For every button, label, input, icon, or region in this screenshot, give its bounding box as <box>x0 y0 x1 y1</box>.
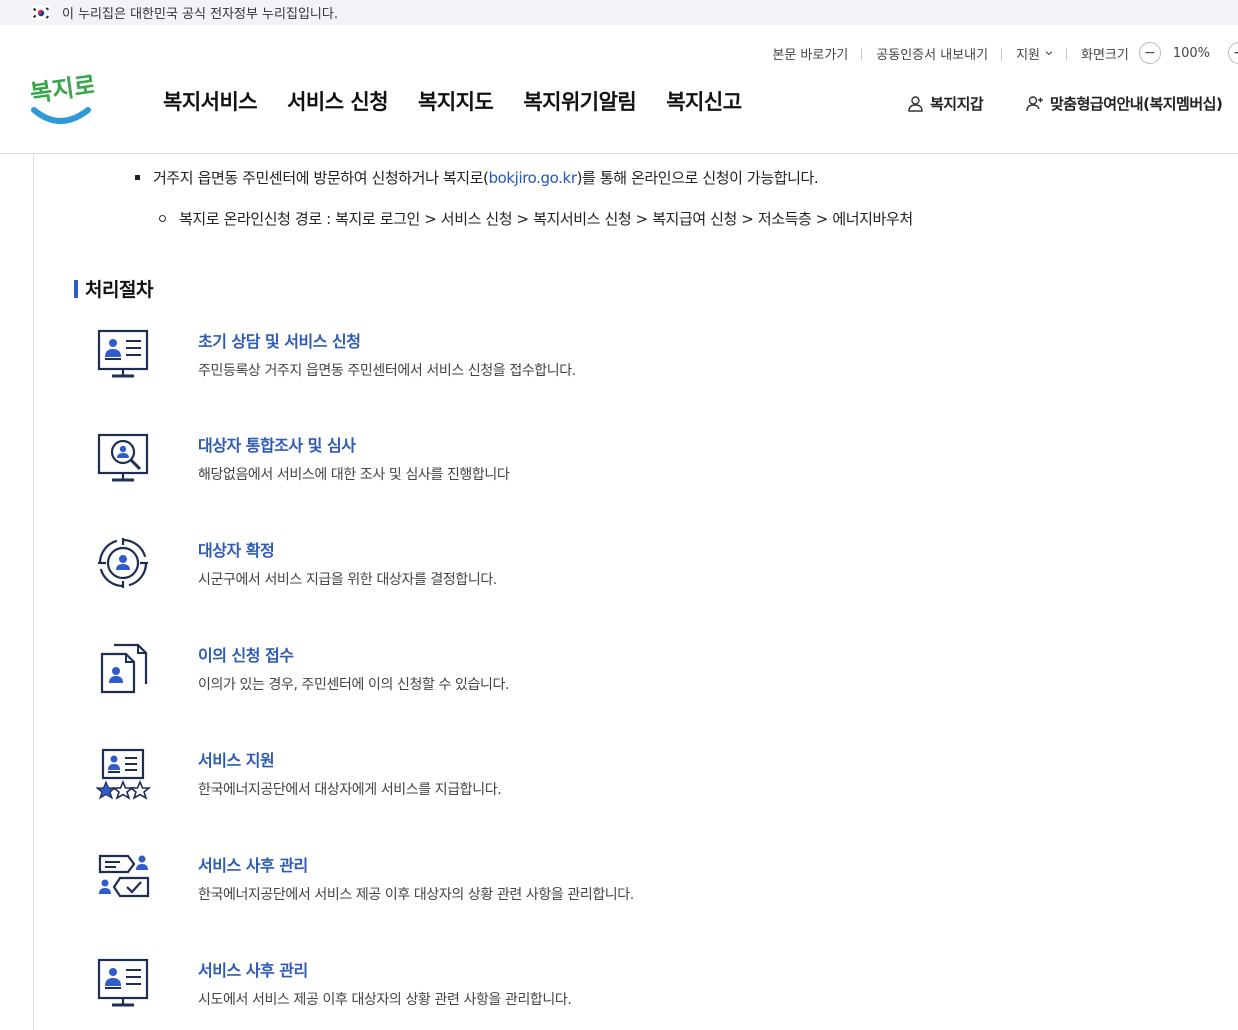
process-title-text: 처리절차 <box>85 279 153 301</box>
step-title: 서비스 지원 <box>198 751 275 770</box>
wallet-label: 복지지갑 <box>930 95 984 113</box>
step-title: 초기 상담 및 서비스 신청 <box>198 332 361 351</box>
step-title: 서비스 사후 관리 <box>198 856 308 875</box>
zoom-value: 100% <box>1172 45 1210 61</box>
zoom-out-button[interactable]: − <box>1138 42 1161 64</box>
bullet-text-before: 거주지 읍면동 주민센터에 방문하여 신청하거나 복지로( <box>153 169 489 187</box>
circle-bullet-icon <box>159 215 166 222</box>
applicant-profile-monitor-icon <box>97 958 149 1007</box>
chevron-down-icon <box>1045 51 1053 56</box>
korea-flag-icon <box>32 5 50 20</box>
process-step: 대상자 확정 시군구에서 서비스 지급을 위한 대상자를 결정합니다. <box>96 537 996 597</box>
svg-text:복지로: 복지로 <box>28 71 94 108</box>
step-title: 대상자 확정 <box>198 541 275 560</box>
online-apply-path-bullet: 복지로 온라인신청 경로 : 복지로 로그인 > 서비스 신청 > 복지서비스 … <box>159 208 913 229</box>
main-nav: 복지서비스 서비스 신청 복지지도 복지위기알림 복지신고 <box>163 86 742 116</box>
cert-export-link[interactable]: 공동인증서 내보내기 <box>862 44 1002 63</box>
gov-banner: 이 누리집은 대한민국 공식 전자정부 누리집입니다. <box>0 0 1238 25</box>
cert-label: 공동인증서 내보내기 <box>876 47 989 63</box>
step-description: 한국에너지공단에서 대상자에게 서비스를 지급합니다. <box>198 782 502 798</box>
skip-label: 본문 바로가기 <box>772 47 849 63</box>
applicant-profile-monitor-icon <box>97 329 149 378</box>
bokjiro-link[interactable]: bokjiro.go.kr <box>489 169 578 187</box>
nav-item-welfare-service[interactable]: 복지서비스 <box>163 86 258 116</box>
utility-bar: 본문 바로가기 공동인증서 내보내기 지원 화면크기 − 100% + <box>758 42 1238 64</box>
membership-link[interactable]: 맞춤형급여안내(복지멤버십) <box>1026 93 1223 114</box>
process-step: 서비스 지원 한국에너지공단에서 대상자에게 서비스를 지급합니다. <box>96 747 996 807</box>
bullet-text-after: )를 통해 온라인으로 신청이 가능합니다. <box>576 169 819 187</box>
process-section-title: 처리절차 <box>74 275 153 302</box>
search-person-monitor-icon <box>97 433 149 482</box>
nav-item-welfare-map[interactable]: 복지지도 <box>418 86 494 116</box>
membership-label: 맞춤형급여안내(복지멤버십) <box>1050 95 1223 113</box>
profile-stars-icon <box>96 748 152 800</box>
person-documents-icon <box>100 643 148 694</box>
bokjiro-logo-icon: 복지로 <box>28 71 98 124</box>
gov-banner-text: 이 누리집은 대한민국 공식 전자정부 누리집입니다. <box>62 7 338 22</box>
support-dropdown[interactable]: 지원 <box>1002 44 1067 63</box>
header-divider <box>0 153 1238 154</box>
process-step: 서비스 사후 관리 시도에서 서비스 제공 이후 대상자의 상황 관련 사항을 … <box>96 957 996 1017</box>
step-description: 해당없음에서 서비스에 대한 조사 및 심사를 진행합니다 <box>198 467 510 483</box>
step-title: 서비스 사후 관리 <box>198 961 308 980</box>
process-step: 서비스 사후 관리 한국에너지공단에서 서비스 제공 이후 대상자의 상황 관련… <box>96 852 996 912</box>
zoom-in-button[interactable]: + <box>1228 42 1238 64</box>
step-description: 한국에너지공단에서 서비스 제공 이후 대상자의 상황 관련 사항을 관리합니다… <box>198 887 634 903</box>
step-description: 이의가 있는 경우, 주민센터에 이의 신청할 수 있습니다. <box>198 677 510 693</box>
nav-item-service-apply[interactable]: 서비스 신청 <box>287 86 388 116</box>
bokjiro-logo[interactable]: 복지로 <box>28 70 98 128</box>
skip-to-content-link[interactable]: 본문 바로가기 <box>758 44 863 63</box>
step-description: 시군구에서 서비스 지급을 위한 대상자를 결정합니다. <box>198 572 497 588</box>
step-title: 이의 신청 접수 <box>198 646 294 665</box>
apply-method-bullet: 거주지 읍면동 주민센터에 방문하여 신청하거나 복지로(bokjiro.go.… <box>135 167 819 188</box>
square-bullet-icon <box>135 175 140 180</box>
user-add-icon <box>1026 96 1043 112</box>
online-apply-path-text: 복지로 온라인신청 경로 : 복지로 로그인 > 서비스 신청 > 복지서비스 … <box>179 210 913 228</box>
title-accent-bar <box>74 279 78 298</box>
content-left-border <box>33 154 34 1030</box>
process-step: 이의 신청 접수 이의가 있는 경우, 주민센터에 이의 신청할 수 있습니다. <box>96 642 996 702</box>
screen-size-control: 화면크기 − 100% + <box>1067 42 1238 64</box>
chat-people-check-icon <box>98 854 150 898</box>
target-person-icon <box>98 538 148 588</box>
support-label: 지원 <box>1016 47 1040 63</box>
screen-size-label: 화면크기 <box>1080 47 1129 63</box>
step-description: 시도에서 서비스 제공 이후 대상자의 상황 관련 사항을 관리합니다. <box>198 992 572 1008</box>
process-step: 초기 상담 및 서비스 신청 주민등록상 거주지 읍면동 주민센터에서 서비스 … <box>96 328 996 388</box>
user-icon <box>908 96 923 112</box>
step-description: 주민등록상 거주지 읍면동 주민센터에서 서비스 신청을 접수합니다. <box>198 363 576 379</box>
nav-item-welfare-report[interactable]: 복지신고 <box>666 86 742 116</box>
process-step: 대상자 통합조사 및 심사 해당없음에서 서비스에 대한 조사 및 심사를 진행… <box>96 432 996 492</box>
wallet-link[interactable]: 복지지갑 <box>907 93 984 114</box>
nav-item-crisis-alert[interactable]: 복지위기알림 <box>523 86 636 116</box>
step-title: 대상자 통합조사 및 심사 <box>198 436 356 455</box>
